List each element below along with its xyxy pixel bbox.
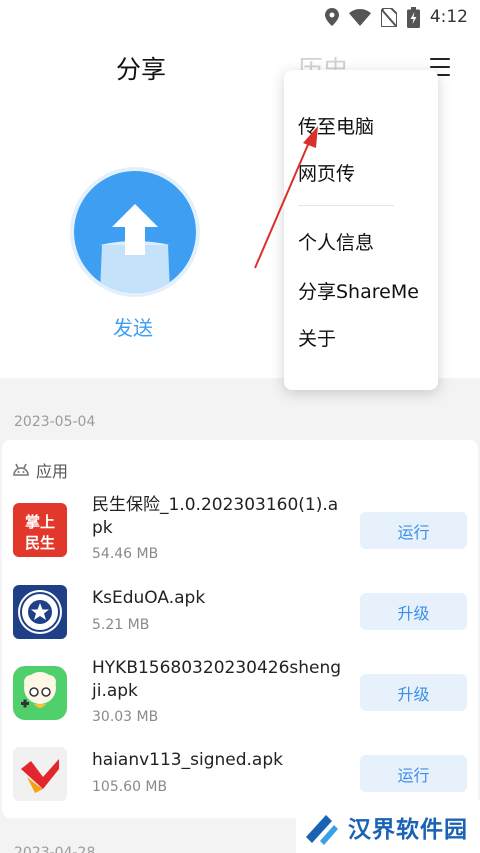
section-title-label: 应用 [36,462,69,481]
status-bar: 4:12 [0,0,480,34]
menu-item-about[interactable]: 关于 [298,324,336,351]
haian-app-icon [13,747,67,801]
no-sim-icon [380,7,397,27]
android-icon [12,461,30,480]
menu-item-to-pc[interactable]: 传至电脑 [298,112,374,139]
app-size: 30.03 MB [92,709,159,725]
watermark-text: 汉界软件园 [348,816,468,843]
dropdown-menu: 传至电脑 网页传 个人信息 分享ShareMe 关于 [284,70,438,390]
battery-charging-icon [406,6,420,28]
send-button[interactable] [74,171,196,293]
app-name: KsEduOA.apk [92,588,206,608]
upgrade-button[interactable]: 升级 [360,674,467,711]
app-size: 105.60 MB [92,779,168,795]
menu-divider [298,205,394,206]
hykb-app-icon [13,666,67,720]
location-icon [324,8,339,26]
wifi-icon [348,8,371,26]
app-name: HYKB15680320230426shengji.apk [92,658,342,701]
run-button[interactable]: 运行 [360,755,467,792]
app-name: haianv113_signed.apk [92,750,283,770]
group-date: 2023-05-04 [14,414,96,430]
svg-text:民生: 民生 [25,534,55,552]
watermark-logo-icon [306,814,338,845]
upload-icon [100,204,170,293]
app-size: 54.46 MB [92,546,159,562]
minsheng-app-icon: 掌上 民生 [13,503,67,557]
send-label: 发送 [113,316,153,340]
menu-item-profile[interactable]: 个人信息 [298,228,374,255]
next-group-date: 2023-04-28 [14,845,96,853]
watermark: 汉界软件园 [296,800,480,853]
status-time: 4:12 [429,7,468,27]
menu-item-web-transfer[interactable]: 网页传 [298,159,355,186]
screen: 4:12 分享 历史 发送 2023-05-04 应用 掌上 民生 民生保险_1… [0,0,480,853]
app-name: 民生保险_1.0.202303160(1).apk [92,495,339,538]
svg-text:掌上: 掌上 [25,513,55,531]
tab-share[interactable]: 分享 [116,50,166,86]
menu-item-share-shareme[interactable]: 分享ShareMe [298,277,419,304]
upgrade-button[interactable]: 升级 [360,593,467,630]
section-title: 应用 [12,458,68,482]
app-size: 5.21 MB [92,617,150,633]
ksedu-app-icon [13,585,67,639]
run-button[interactable]: 运行 [360,512,467,549]
